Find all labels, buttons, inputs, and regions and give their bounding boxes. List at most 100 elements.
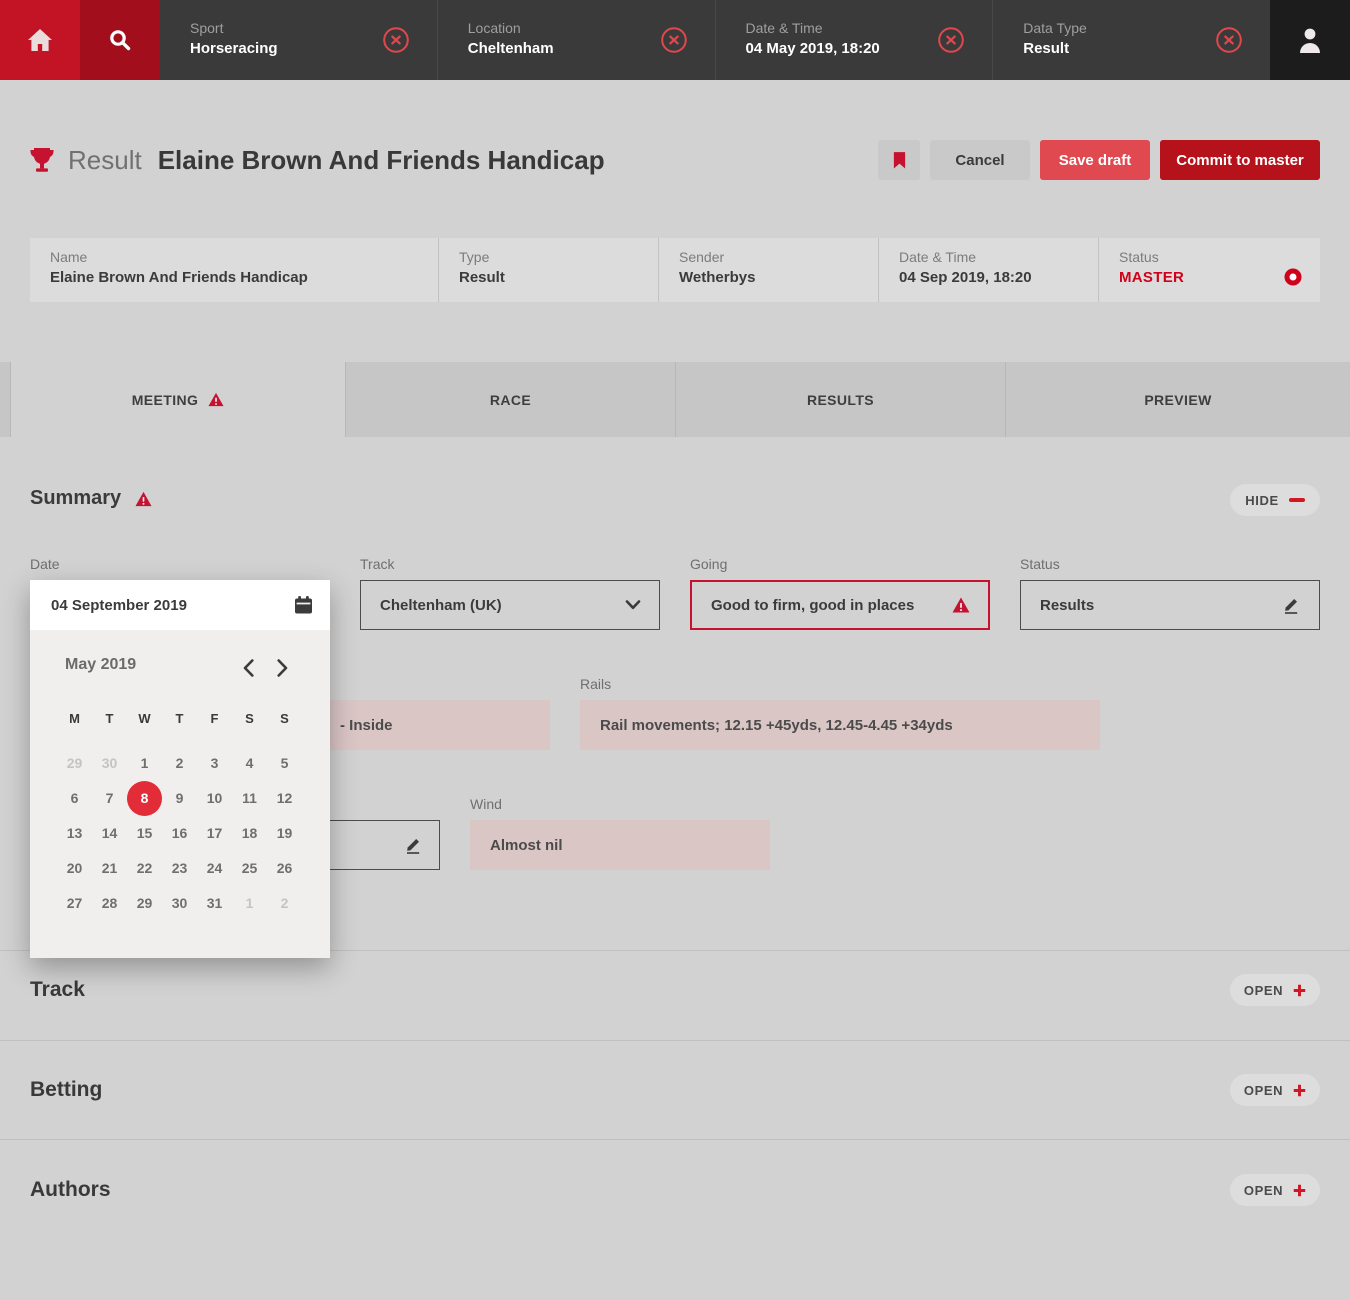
calendar-day[interactable]: 25 [232, 851, 267, 886]
calendar-day[interactable]: 31 [197, 886, 232, 921]
flag-button[interactable] [878, 140, 920, 180]
hide-summary-button[interactable]: HIDE [1230, 484, 1320, 516]
search-icon [108, 28, 132, 52]
filter-chip-sport[interactable]: Sport Horseracing [160, 0, 437, 80]
summary-heading: Summary [30, 487, 152, 510]
going-field[interactable]: Good to firm, good in places [690, 580, 990, 630]
calendar-month-label: May 2019 [65, 656, 136, 674]
user-menu-button[interactable] [1270, 0, 1350, 80]
remove-filter-button[interactable] [383, 27, 409, 53]
tab-label: PREVIEW [1144, 392, 1211, 408]
course-value: - Inside [340, 717, 393, 734]
track-value: Cheltenham (UK) [380, 597, 502, 614]
info-label: Name [50, 249, 438, 265]
info-value: Elaine Brown And Friends Handicap [50, 269, 438, 286]
calendar-day[interactable]: 20 [57, 851, 92, 886]
calendar-day[interactable]: 2 [267, 886, 302, 921]
calendar-day[interactable]: 29 [57, 746, 92, 781]
remove-filter-button[interactable] [661, 27, 687, 53]
filter-chip-datetime[interactable]: Date & Time 04 May 2019, 18:20 [715, 0, 993, 80]
cancel-label: Cancel [955, 152, 1004, 169]
status-field[interactable]: Results [1020, 580, 1320, 630]
header-actions: Cancel Save draft Commit to master [878, 140, 1320, 180]
calendar-day[interactable]: 7 [92, 781, 127, 816]
rails-field[interactable]: Rail movements; 12.15 +45yds, 12.45-4.45… [580, 700, 1100, 750]
calendar-day[interactable]: 16 [162, 816, 197, 851]
calendar-day-selected[interactable]: 8 [127, 781, 162, 816]
warning-icon [135, 491, 152, 507]
remove-filter-button[interactable] [1216, 27, 1242, 53]
wind-field[interactable]: Almost nil [470, 820, 770, 870]
info-value: Result [459, 269, 658, 286]
calendar-day[interactable]: 1 [127, 746, 162, 781]
date-value: 04 September 2019 [51, 597, 187, 614]
cancel-button[interactable]: Cancel [930, 140, 1030, 180]
home-button[interactable] [0, 0, 80, 80]
status-label: Status [1020, 556, 1060, 572]
calendar-day[interactable]: 17 [197, 816, 232, 851]
info-cell-type: Type Result [438, 238, 658, 302]
calendar-day[interactable]: 26 [267, 851, 302, 886]
remove-filter-button[interactable] [938, 27, 964, 53]
calendar-day[interactable]: 21 [92, 851, 127, 886]
calendar-day[interactable]: 28 [92, 886, 127, 921]
calendar-day[interactable]: 9 [162, 781, 197, 816]
open-track-button[interactable]: OPEN [1230, 974, 1320, 1006]
wind-value: Almost nil [490, 837, 563, 854]
calendar-day[interactable]: 11 [232, 781, 267, 816]
save-draft-label: Save draft [1059, 152, 1132, 169]
section-track-heading: Track [30, 978, 85, 1002]
calendar-day[interactable]: 29 [127, 886, 162, 921]
top-nav: Sport Horseracing Location Cheltenham Da… [0, 0, 1350, 80]
calendar-day[interactable]: 13 [57, 816, 92, 851]
filter-chip-datatype[interactable]: Data Type Result [992, 0, 1270, 80]
chevron-right-icon [277, 659, 288, 677]
open-label: OPEN [1244, 1183, 1283, 1198]
filter-chip-location[interactable]: Location Cheltenham [437, 0, 715, 80]
tab-meeting[interactable]: MEETING [10, 362, 345, 437]
calendar-day[interactable]: 23 [162, 851, 197, 886]
calendar-day[interactable]: 12 [267, 781, 302, 816]
calendar-day[interactable]: 2 [162, 746, 197, 781]
calendar-weekday: M [57, 701, 92, 736]
open-authors-button[interactable]: OPEN [1230, 1174, 1320, 1206]
x-circle-icon [938, 27, 964, 53]
tab-race[interactable]: RACE [345, 362, 675, 437]
calendar-weekdays: MTWTFSS [57, 701, 302, 736]
calendar-day[interactable]: 6 [57, 781, 92, 816]
going-label: Going [690, 556, 727, 572]
calendar-next-button[interactable] [268, 654, 296, 682]
user-icon [1297, 26, 1323, 54]
calendar-day[interactable]: 30 [162, 886, 197, 921]
calendar-day[interactable]: 18 [232, 816, 267, 851]
commit-to-master-button[interactable]: Commit to master [1160, 140, 1320, 180]
date-input[interactable]: 04 September 2019 [30, 580, 330, 630]
calendar-day[interactable]: 3 [197, 746, 232, 781]
commit-label: Commit to master [1176, 152, 1304, 169]
record-info-bar: Name Elaine Brown And Friends Handicap T… [30, 238, 1320, 302]
calendar-day[interactable]: 22 [127, 851, 162, 886]
calendar-day[interactable]: 4 [232, 746, 267, 781]
calendar-day[interactable]: 27 [57, 886, 92, 921]
calendar-day[interactable]: 10 [197, 781, 232, 816]
tab-preview[interactable]: PREVIEW [1005, 362, 1350, 437]
info-value: 04 Sep 2019, 18:20 [899, 269, 1098, 286]
calendar-day[interactable]: 24 [197, 851, 232, 886]
tab-results[interactable]: RESULTS [675, 362, 1005, 437]
open-betting-button[interactable]: OPEN [1230, 1074, 1320, 1106]
calendar-day[interactable]: 19 [267, 816, 302, 851]
chevron-down-icon [625, 600, 641, 610]
search-button[interactable] [80, 0, 160, 80]
rails-value: Rail movements; 12.15 +45yds, 12.45-4.45… [600, 717, 953, 734]
calendar-day[interactable]: 15 [127, 816, 162, 851]
calendar-day[interactable]: 30 [92, 746, 127, 781]
calendar-day[interactable]: 1 [232, 886, 267, 921]
info-label: Date & Time [899, 249, 1098, 265]
track-select[interactable]: Cheltenham (UK) [360, 580, 660, 630]
calendar-prev-button[interactable] [234, 654, 262, 682]
calendar-icon [293, 595, 314, 615]
calendar-day[interactable]: 14 [92, 816, 127, 851]
calendar-day[interactable]: 5 [267, 746, 302, 781]
track-label: Track [360, 556, 394, 572]
save-draft-button[interactable]: Save draft [1040, 140, 1150, 180]
